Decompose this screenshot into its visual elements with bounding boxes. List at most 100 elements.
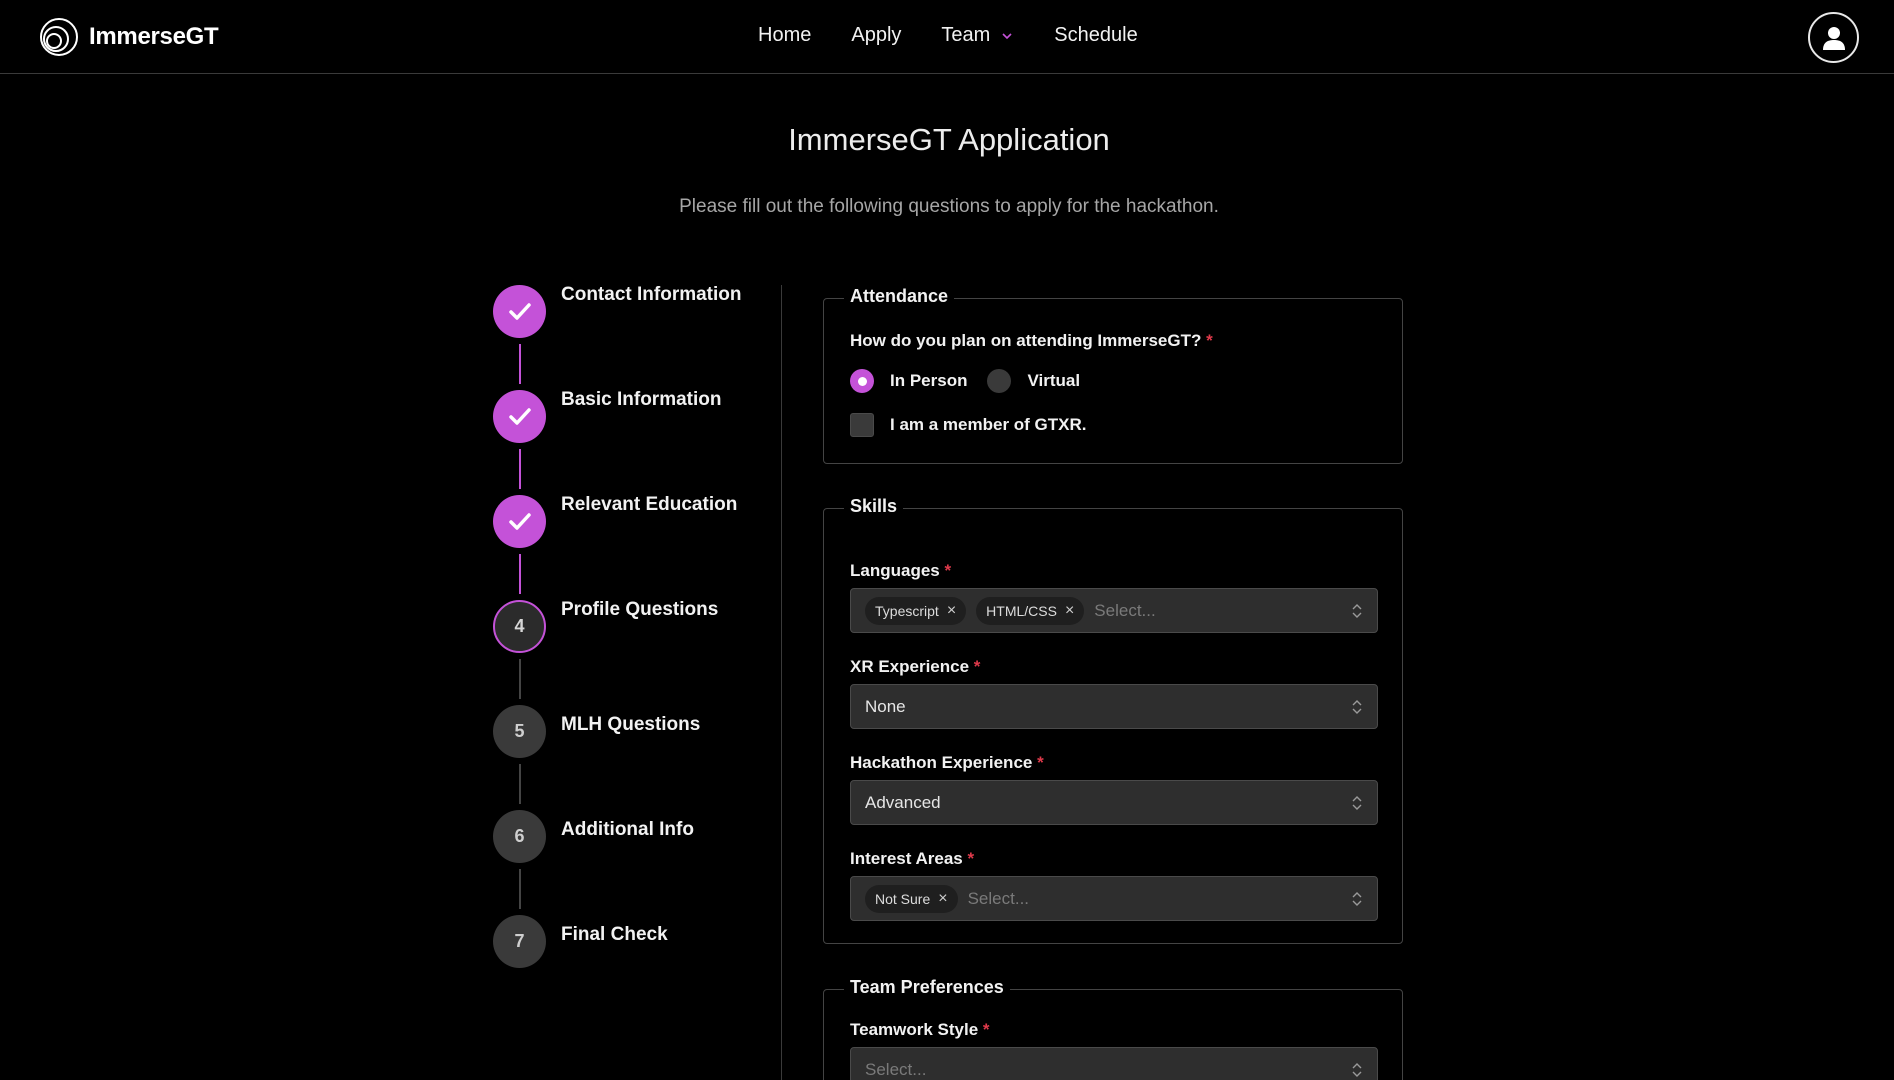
xr-experience-label: XR Experience * xyxy=(850,657,980,677)
gtxr-member-label[interactable]: I am a member of GTXR. xyxy=(890,415,1087,435)
team-preferences-fieldset: Team Preferences Teamwork Style * Select… xyxy=(823,977,1403,1080)
attendance-legend: Attendance xyxy=(844,286,955,307)
nav-schedule-label: Schedule xyxy=(1054,24,1138,46)
nav-apply-label: Apply xyxy=(851,24,902,46)
select-chevron-icon xyxy=(1352,796,1362,810)
step-label: Relevant Education xyxy=(561,494,738,515)
hackathon-experience-select[interactable]: Advanced xyxy=(850,780,1378,825)
teamwork-style-select[interactable]: Select... xyxy=(850,1047,1378,1080)
languages-placeholder[interactable]: Select... xyxy=(1094,601,1155,621)
remove-tag-icon[interactable]: × xyxy=(1065,602,1074,620)
languages-label: Languages * xyxy=(850,561,951,581)
nav-team-dropdown[interactable]: Team xyxy=(941,24,1014,47)
radio-virtual[interactable] xyxy=(987,369,1012,393)
interest-areas-placeholder[interactable]: Select... xyxy=(968,889,1029,909)
team-preferences-legend: Team Preferences xyxy=(844,977,1010,998)
remove-tag-icon[interactable]: × xyxy=(947,602,956,620)
teamwork-style-label-text: Teamwork Style xyxy=(850,1020,979,1039)
step-complete-badge xyxy=(493,495,546,548)
required-mark: * xyxy=(1037,753,1044,772)
nav-home[interactable]: Home xyxy=(758,24,811,47)
main-nav: Home Apply Team Schedule xyxy=(758,24,1138,47)
nav-home-label: Home xyxy=(758,24,812,46)
interest-areas-multiselect[interactable]: Not Sure × Select... xyxy=(850,876,1378,921)
hackathon-experience-label: Hackathon Experience * xyxy=(850,753,1044,773)
step-complete-badge xyxy=(493,285,546,338)
chevron-down-icon xyxy=(1002,32,1012,39)
logo-icon xyxy=(40,18,78,56)
required-mark: * xyxy=(967,849,975,868)
select-chevron-icon xyxy=(1352,892,1362,906)
step-connector xyxy=(519,554,521,594)
select-chevron-icon xyxy=(1352,604,1362,618)
user-avatar-button[interactable] xyxy=(1808,12,1859,63)
brand-name: ImmerseGT xyxy=(89,23,219,50)
step-final-check[interactable]: 7 Final Check xyxy=(493,915,773,969)
radio-in-person[interactable] xyxy=(850,369,874,393)
nav-team-label: Team xyxy=(941,24,991,46)
languages-multiselect[interactable]: Typescript × HTML/CSS × Select... xyxy=(850,588,1378,633)
step-label: Contact Information xyxy=(561,284,742,305)
step-label: MLH Questions xyxy=(561,714,701,735)
check-icon xyxy=(508,407,531,425)
skills-legend: Skills xyxy=(844,496,904,517)
step-number-badge: 6 xyxy=(493,810,546,863)
language-tag: Typescript × xyxy=(865,596,967,625)
step-complete-badge xyxy=(493,390,546,443)
step-contact-information[interactable]: Contact Information xyxy=(493,285,773,339)
step-relevant-education[interactable]: Relevant Education xyxy=(493,495,773,549)
tag-label: Typescript xyxy=(875,602,939,619)
section-divider xyxy=(781,285,782,1080)
page-title: ImmerseGT Application xyxy=(788,122,1110,157)
teamwork-style-placeholder: Select... xyxy=(865,1059,927,1079)
step-connector xyxy=(519,449,521,489)
step-label: Basic Information xyxy=(561,389,722,410)
tag-label: HTML/CSS xyxy=(986,602,1057,619)
languages-label-text: Languages xyxy=(850,561,940,580)
brand-logo[interactable]: ImmerseGT xyxy=(39,17,219,57)
xr-experience-value: None xyxy=(865,696,906,716)
select-chevron-icon xyxy=(1352,1063,1362,1077)
step-label: Profile Questions xyxy=(561,599,719,620)
step-connector xyxy=(519,869,521,909)
gtxr-member-row: I am a member of GTXR. xyxy=(850,413,1087,437)
step-mlh-questions[interactable]: 5 MLH Questions xyxy=(493,705,773,759)
language-tag: HTML/CSS × xyxy=(976,596,1085,625)
tag-label: Not Sure xyxy=(875,890,931,907)
check-icon xyxy=(508,512,531,530)
interest-areas-label-text: Interest Areas xyxy=(850,849,963,868)
remove-tag-icon[interactable]: × xyxy=(938,890,947,908)
step-connector xyxy=(519,344,521,384)
radio-in-person-label[interactable]: In Person xyxy=(890,371,967,391)
step-connector xyxy=(519,659,521,699)
check-icon xyxy=(508,302,531,320)
step-profile-questions[interactable]: 4 Profile Questions xyxy=(493,600,773,654)
page-subtitle: Please fill out the following questions … xyxy=(679,196,1219,217)
required-mark: * xyxy=(973,657,981,676)
required-mark: * xyxy=(1206,331,1213,350)
interest-tag: Not Sure × xyxy=(865,884,958,913)
radio-virtual-label[interactable]: Virtual xyxy=(1027,371,1080,391)
select-chevron-icon xyxy=(1352,700,1362,714)
attendance-radio-group: In Person Virtual xyxy=(850,369,1080,393)
top-navbar: ImmerseGT Home Apply Team Schedule xyxy=(0,0,1894,74)
step-additional-info[interactable]: 6 Additional Info xyxy=(493,810,773,864)
nav-schedule[interactable]: Schedule xyxy=(1054,24,1137,47)
attendance-fieldset: Attendance How do you plan on attending … xyxy=(823,286,1403,464)
teamwork-style-label: Teamwork Style * xyxy=(850,1020,990,1040)
xr-experience-select[interactable]: None xyxy=(850,684,1378,729)
skills-fieldset: Skills Languages * Typescript × HTML/CSS ×… xyxy=(823,496,1403,944)
attendance-question: How do you plan on attending ImmerseGT? … xyxy=(850,331,1213,351)
attendance-question-text: How do you plan on attending ImmerseGT? xyxy=(850,331,1202,350)
required-mark: * xyxy=(944,561,952,580)
nav-apply[interactable]: Apply xyxy=(851,24,901,47)
xr-experience-label-text: XR Experience xyxy=(850,657,970,676)
step-number-badge: 5 xyxy=(493,705,546,758)
interest-areas-label: Interest Areas * xyxy=(850,849,974,869)
user-icon xyxy=(1822,26,1845,50)
step-basic-information[interactable]: Basic Information xyxy=(493,390,773,444)
gtxr-member-checkbox[interactable] xyxy=(850,413,874,437)
hackathon-experience-label-text: Hackathon Experience xyxy=(850,753,1033,772)
step-label: Additional Info xyxy=(561,819,694,840)
step-number-badge: 4 xyxy=(493,600,546,653)
